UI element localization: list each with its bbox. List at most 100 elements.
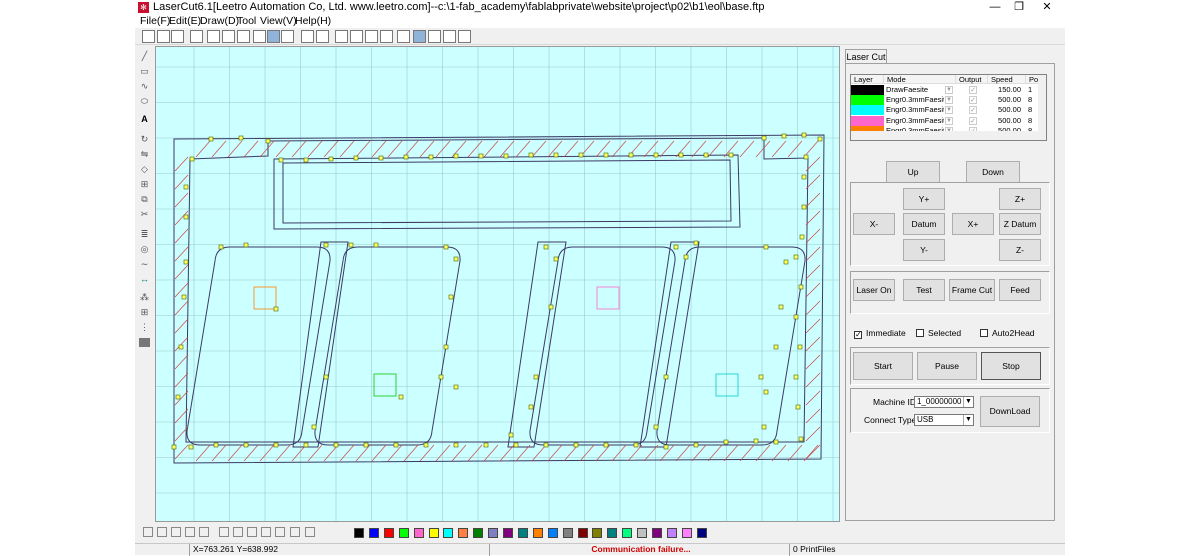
palette-color-swatch[interactable] [428, 528, 439, 538]
palette-color-swatch[interactable] [577, 528, 588, 538]
chevron-down-icon[interactable]: ▼ [963, 397, 973, 407]
hatch-icon[interactable]: ≣ [139, 230, 150, 239]
palette-color-swatch[interactable] [517, 528, 528, 538]
rotate-icon[interactable]: ↻ [139, 135, 150, 144]
restore-button[interactable]: ❐ [1009, 0, 1029, 16]
zoom-box-icon[interactable] [143, 527, 153, 537]
datum-button[interactable]: Datum [903, 213, 945, 235]
auto2head-checkbox[interactable]: Auto2Head [980, 328, 1035, 338]
palette-color-swatch[interactable] [488, 528, 499, 538]
palette-color-swatch[interactable] [354, 528, 364, 538]
chevron-down-icon[interactable]: ▼ [945, 106, 953, 115]
palette-color-swatch[interactable] [458, 528, 469, 538]
palette-color-swatch[interactable] [592, 528, 603, 538]
grid-icon[interactable]: ⊞ [139, 308, 150, 317]
palette-color-swatch[interactable] [503, 528, 513, 538]
frame-cut-button[interactable]: Frame Cut [949, 279, 995, 301]
chevron-down-icon[interactable]: ▼ [963, 415, 973, 425]
rectangle-icon[interactable]: ▭ [139, 67, 150, 76]
layer-table-hscroll[interactable] [851, 131, 1046, 140]
z-datum-button[interactable]: Z Datum [999, 213, 1041, 235]
line-icon[interactable]: ╱ [139, 52, 150, 61]
palette-color-swatch[interactable] [562, 528, 573, 538]
offset-icon[interactable]: ⧉ [139, 195, 150, 204]
machine-id-select[interactable]: 1_00000000 ▼ [914, 396, 974, 408]
palette-color-swatch[interactable] [532, 528, 543, 538]
palette-color-swatch[interactable] [637, 528, 648, 538]
close-button[interactable]: ✕ [1037, 0, 1057, 16]
curve-icon[interactable]: ∿ [139, 82, 150, 91]
z-plus-button[interactable]: Z+ [999, 188, 1041, 210]
tree-icon[interactable] [247, 527, 257, 537]
stack-icon[interactable] [233, 527, 243, 537]
pan-hand-icon[interactable] [253, 30, 266, 43]
diamond-icon[interactable] [275, 527, 285, 537]
table-icon[interactable] [290, 527, 300, 537]
palette-color-swatch[interactable] [652, 528, 662, 538]
select-icon[interactable] [207, 30, 220, 43]
fill-icon[interactable] [139, 338, 150, 347]
array-icon[interactable]: ⊞ [139, 180, 150, 189]
zoom-window-icon[interactable] [267, 30, 280, 43]
palette-color-swatch[interactable] [666, 528, 677, 538]
node-icon[interactable] [261, 527, 271, 537]
menu-view[interactable]: View(V) [260, 15, 297, 27]
test-button[interactable]: Test [903, 279, 945, 301]
align-icon[interactable]: ⁂ [139, 293, 150, 302]
start-button[interactable]: Start [853, 352, 913, 380]
stop-button[interactable]: Stop [981, 352, 1041, 380]
palette-color-swatch[interactable] [413, 528, 424, 538]
palette-color-swatch[interactable] [607, 528, 618, 538]
layer-down-button[interactable]: Down [966, 161, 1020, 183]
spacing-icon[interactable] [219, 527, 229, 537]
minimize-button[interactable]: — [985, 0, 1005, 16]
arrow-ne-icon[interactable] [199, 527, 209, 537]
layer-up-button[interactable]: Up [886, 161, 940, 183]
palette-color-swatch[interactable] [547, 528, 558, 538]
redo-icon[interactable] [316, 30, 329, 43]
dots-icon[interactable]: ⋮ [139, 323, 150, 332]
align-left-icon[interactable] [157, 527, 167, 537]
y-minus-button[interactable]: Y- [903, 239, 945, 261]
menu-draw[interactable]: Draw(D) [200, 15, 239, 27]
open-folder-icon[interactable] [157, 30, 170, 43]
canvas-drawing[interactable] [156, 47, 840, 522]
laser-on-button[interactable]: Laser On [853, 279, 895, 301]
zoom-in-icon[interactable] [222, 30, 235, 43]
selected-checkbox[interactable]: Selected [916, 328, 961, 338]
pause-button[interactable]: Pause [917, 352, 977, 380]
import-icon[interactable] [190, 30, 203, 43]
arrow-sw-icon[interactable] [185, 527, 195, 537]
layer-output-checkbox[interactable]: ✓ [969, 116, 977, 125]
wave-icon[interactable]: ∼ [139, 260, 150, 269]
sigma-icon[interactable] [428, 30, 441, 43]
layer-output-checkbox[interactable]: ✓ [969, 86, 977, 94]
arrow-nw-icon[interactable] [171, 527, 181, 537]
save-icon[interactable] [171, 30, 184, 43]
ellipse-icon[interactable]: ⬭ [139, 97, 150, 106]
layer-row[interactable]: Engr0.3mmFaesite▼ ✓ 500.00 8 [851, 115, 1039, 126]
direction-icon[interactable] [380, 30, 393, 43]
cut-icon[interactable]: ✂ [139, 210, 150, 219]
immediate-checkbox-box[interactable]: ✓ [854, 331, 862, 339]
menu-edit[interactable]: Edit(E) [169, 15, 201, 27]
group-icon[interactable] [335, 30, 348, 43]
palette-color-swatch[interactable] [398, 528, 409, 538]
palette-color-swatch[interactable] [473, 528, 484, 538]
layer-table[interactable]: Layer Mode Output Speed Po DrawFaesite ▼ ✓… [850, 74, 1047, 141]
z-minus-button[interactable]: Z- [999, 239, 1041, 261]
palette-color-swatch[interactable] [368, 528, 379, 538]
selected-checkbox-box[interactable] [916, 329, 924, 337]
ungroup-icon[interactable] [350, 30, 363, 43]
distribute-icon[interactable]: ↔ [139, 275, 150, 284]
tab-laser-cut[interactable]: Laser Cut [845, 49, 887, 64]
x-minus-button[interactable]: X- [853, 213, 895, 235]
layer-icon[interactable] [397, 30, 410, 43]
download-button[interactable]: DownLoad [980, 396, 1040, 427]
menu-tool[interactable]: Tool [237, 15, 256, 27]
undo-icon[interactable] [301, 30, 314, 43]
preview-icon[interactable] [443, 30, 456, 43]
layers-icon[interactable] [305, 527, 315, 537]
immediate-checkbox[interactable]: ✓ Immediate [854, 328, 906, 339]
mirror-icon[interactable]: ⇋ [139, 150, 150, 159]
